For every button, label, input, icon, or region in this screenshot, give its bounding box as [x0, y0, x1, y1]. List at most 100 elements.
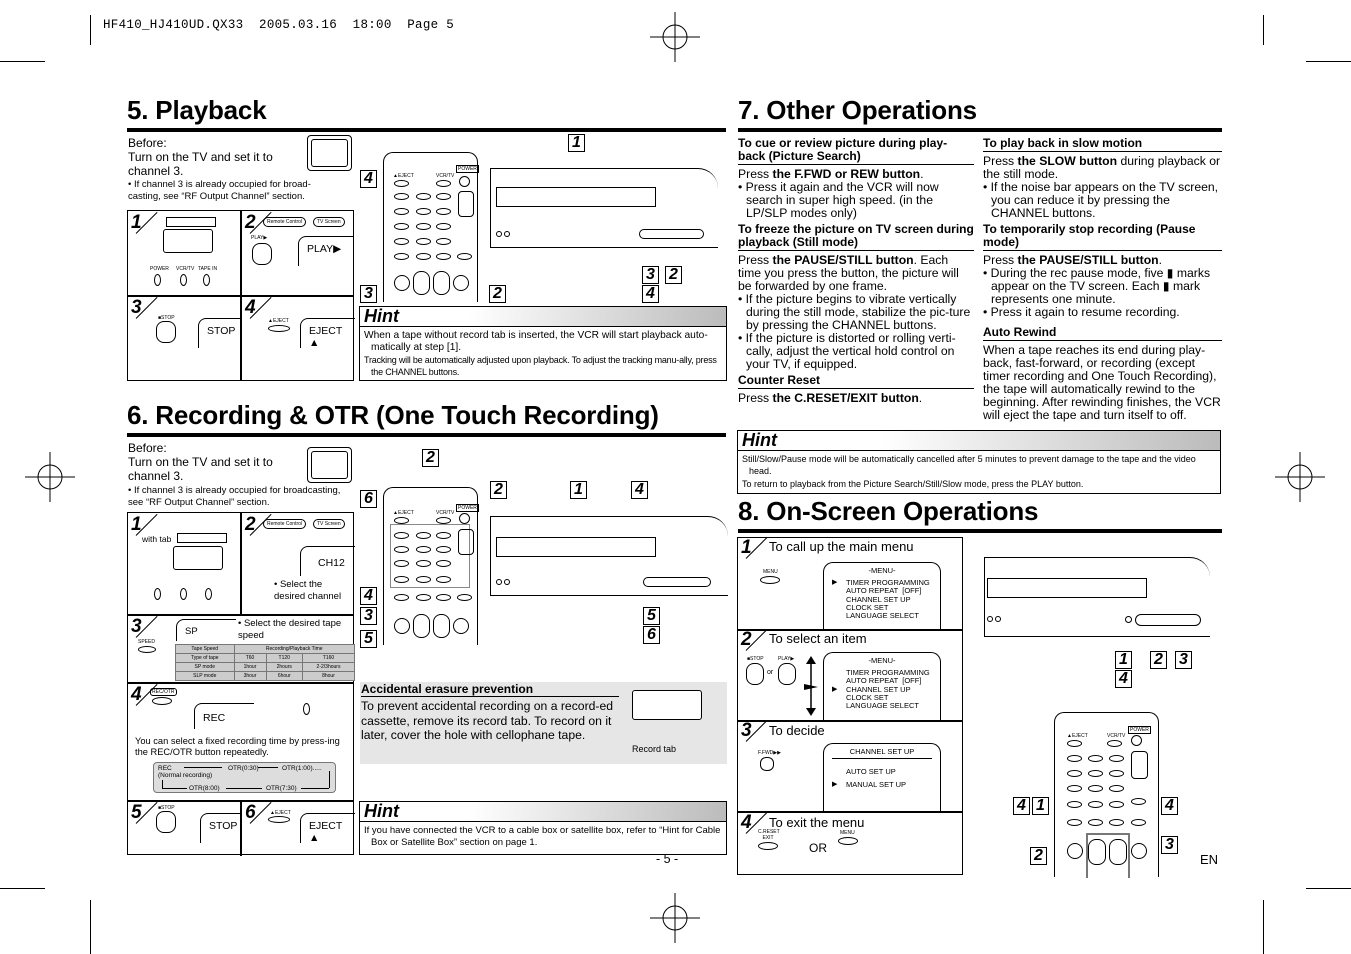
other-left-column: To cue or review picture during play-bac…: [738, 137, 974, 405]
playback-title: 5. Playback: [127, 95, 726, 132]
before-label: Before:: [128, 441, 167, 455]
indicator-icon: [180, 274, 187, 286]
crop-mark: [0, 888, 45, 889]
vcrtv-label: VCR/TV: [176, 266, 195, 272]
callout-5: 5: [360, 630, 377, 648]
other-hint: Hint Still/Slow/Pause mode will be autom…: [737, 430, 1221, 494]
callout-4: 4: [642, 285, 659, 303]
hint-title: Hint: [364, 801, 399, 821]
step-label: To decide: [769, 723, 825, 738]
lead-text: Press: [738, 253, 773, 267]
stop-label: ■STOP: [747, 656, 764, 662]
lead-text: Press: [738, 391, 773, 405]
otr-cycle-diagram: REC (Normal recording) OTR(0:30) OTR(1:0…: [153, 762, 336, 793]
cassette-icon: [163, 229, 213, 253]
creset-exit-label: C.RESET EXIT: [758, 829, 780, 841]
or-label: or: [767, 669, 774, 676]
stop-button-icon: [156, 321, 176, 343]
table-cell: SLP mode: [175, 671, 235, 681]
remote-control-bubble: Remote Control: [263, 519, 307, 529]
lead-text: Press: [738, 167, 773, 181]
indicator-icon: [203, 274, 210, 286]
crop-mark: [1263, 15, 1264, 45]
hint-item: If you have connected the VCR to a cable…: [364, 825, 721, 848]
eject-label: ▲EJECT: [268, 318, 289, 324]
callout-2: 2: [490, 481, 507, 499]
ffwd-label: F.FWD▶▶: [758, 750, 781, 756]
play-label: PLAY▶: [778, 656, 795, 662]
lead-bold: the C.RESET/EXIT button: [772, 391, 919, 405]
bullet-item: • If the picture begins to vibrate verti…: [738, 292, 971, 332]
section-still-mode: To freeze the picture on TV screen durin…: [738, 223, 974, 371]
tv-screen-display: STOP: [198, 318, 240, 348]
step-label: To call up the main menu: [769, 539, 914, 554]
before-label: Before:: [128, 136, 167, 150]
ffwd-button-icon: [760, 757, 774, 771]
callout-4: 4: [360, 170, 377, 188]
vcrtv-label: VCR/TV: [436, 510, 455, 516]
or-label: OR: [809, 841, 827, 855]
tape-slot: [496, 537, 656, 557]
hint-item: To return to playback from the Picture S…: [742, 479, 1084, 489]
menu-label: MENU: [763, 569, 778, 575]
power-label: POWER: [456, 165, 479, 173]
callout-2: 2: [422, 449, 439, 467]
menu-title: CHANNEL SET UP: [832, 747, 932, 760]
power-label: POWER: [150, 266, 169, 272]
cycle-otr730: OTR(7:30): [266, 785, 297, 792]
remote-control-illustration: ▲EJECT VCR/TV POWER: [383, 487, 479, 645]
table-cell: 2-2/3hours: [302, 662, 355, 672]
crop-mark: [1306, 61, 1351, 62]
remote-control-bubble: Remote Control: [263, 217, 307, 227]
tv-screen-bubble: TV Screen: [313, 217, 345, 227]
lead-bold: the PAUSE/STILL button: [1017, 253, 1159, 267]
table-cell: T120: [265, 653, 303, 663]
tv-screen-display: SP: [176, 619, 236, 641]
remote-control-illustration: ▲EJECT VCR/TV POWER: [1054, 712, 1159, 878]
step-note: • Select the desired tape speed: [238, 618, 342, 641]
callout-2: 2: [1030, 847, 1047, 865]
crop-mark: [0, 61, 45, 62]
power-icon: [459, 176, 470, 187]
cycle-otr030: OTR(0:30): [228, 765, 259, 772]
vcrtv-label: VCR/TV: [1107, 733, 1126, 739]
menu-title: -MENU-: [868, 656, 896, 665]
power-label: POWER: [1128, 726, 1151, 734]
lead-bold: the SLOW button: [1017, 154, 1118, 168]
section-heading: To cue or review picture during play-bac…: [738, 137, 974, 165]
tv-screen-display: PLAY▶: [298, 236, 354, 266]
playback-hint: Hint When a tape without record tab is i…: [359, 306, 727, 381]
with-tab-label: with tab: [142, 534, 172, 544]
bullet-item: • During the rec pause mode, five ▮ mark…: [983, 266, 1211, 306]
table-cell: 1hour: [233, 662, 267, 672]
before-note: • If channel 3 is already occupied for b…: [128, 485, 341, 508]
hint-title: Hint: [742, 430, 777, 450]
recotr-label: REC/OTR: [150, 688, 177, 696]
section-pause-mode: To temporarily stop recording (Pause mod…: [983, 223, 1222, 319]
selection-arrow-icon: ▶: [832, 685, 838, 693]
erasure-prevention-box: Accidental erasure prevention To prevent…: [360, 682, 727, 764]
callout-6: 6: [643, 626, 660, 644]
language-tag: EN: [1200, 852, 1219, 867]
callout-3: 3: [360, 607, 377, 625]
lead-bold: the PAUSE/STILL button: [772, 253, 914, 267]
table-header: Tape Speed: [175, 644, 235, 654]
erasure-title: Accidental erasure prevention: [361, 682, 619, 697]
onscreen-steps: 1 To call up the main menu MENU -MENU- ▶…: [737, 536, 963, 875]
callout-2: 2: [1150, 651, 1167, 669]
play-label: PLAY▶: [251, 235, 268, 241]
menu-item: AUTO SET UP: [846, 767, 896, 777]
callout-4: 4: [1115, 670, 1132, 688]
step-note: • Select the desired channel: [274, 579, 342, 602]
table-cell: 6hour: [265, 671, 303, 681]
cycle-normal: (Normal recording): [158, 772, 213, 779]
stop-button-icon: [156, 811, 176, 833]
callout-4: 4: [631, 481, 648, 499]
cycle-rec: REC: [158, 765, 172, 772]
tv-menu-screen: -MENU- TIMER PROGRAMMING AUTO REPEAT [OFF…: [823, 652, 941, 720]
power-icon: [1131, 735, 1142, 746]
tv-screen-display: CH12: [300, 546, 355, 576]
tv-screen-display: STOP: [200, 813, 240, 843]
step-label: To exit the menu: [769, 815, 865, 830]
cycle-otr100: OTR(1:00).....: [282, 765, 322, 772]
